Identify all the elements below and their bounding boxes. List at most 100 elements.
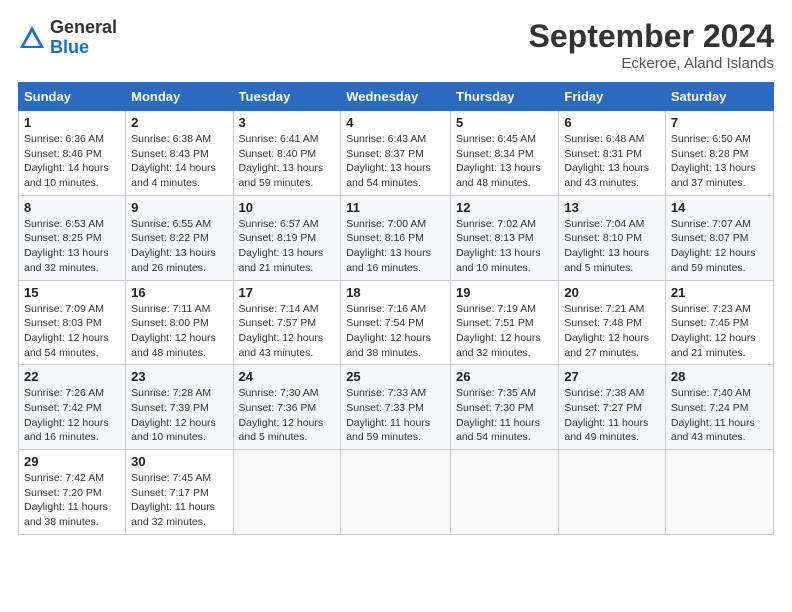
calendar-cell: 20 Sunrise: 7:21 AMSunset: 7:48 PMDayligh…	[559, 280, 666, 365]
day-number: 24	[239, 369, 336, 384]
day-number: 29	[24, 454, 120, 469]
cell-details: Sunrise: 6:57 AMSunset: 8:19 PMDaylight:…	[239, 218, 324, 274]
calendar-cell: 21 Sunrise: 7:23 AMSunset: 7:45 PMDayligh…	[665, 280, 773, 365]
calendar-cell: 4 Sunrise: 6:43 AMSunset: 8:37 PMDaylight…	[341, 111, 451, 196]
calendar-cell	[233, 450, 341, 535]
calendar-cell: 11 Sunrise: 7:00 AMSunset: 8:16 PMDayligh…	[341, 195, 451, 280]
header-sunday: Sunday	[19, 83, 126, 111]
week-row-2: 8 Sunrise: 6:53 AMSunset: 8:25 PMDaylight…	[19, 195, 774, 280]
cell-details: Sunrise: 7:30 AMSunset: 7:36 PMDaylight:…	[239, 387, 324, 443]
calendar-cell: 13 Sunrise: 7:04 AMSunset: 8:10 PMDayligh…	[559, 195, 666, 280]
calendar-cell: 24 Sunrise: 7:30 AMSunset: 7:36 PMDayligh…	[233, 365, 341, 450]
cell-details: Sunrise: 7:23 AMSunset: 7:45 PMDaylight:…	[671, 303, 756, 359]
header-tuesday: Tuesday	[233, 83, 341, 111]
day-number: 14	[671, 200, 768, 215]
header-thursday: Thursday	[451, 83, 559, 111]
logo-general-text: General	[50, 18, 117, 38]
day-number: 19	[456, 285, 553, 300]
calendar-cell	[559, 450, 666, 535]
calendar-cell: 5 Sunrise: 6:45 AMSunset: 8:34 PMDaylight…	[451, 111, 559, 196]
calendar-cell: 23 Sunrise: 7:28 AMSunset: 7:39 PMDayligh…	[126, 365, 233, 450]
calendar-cell: 18 Sunrise: 7:16 AMSunset: 7:54 PMDayligh…	[341, 280, 451, 365]
calendar-cell: 25Sunrise: 7:33 AMSunset: 7:33 PMDayligh…	[341, 365, 451, 450]
cell-details: Sunrise: 7:40 AMSunset: 7:24 PMDaylight:…	[671, 387, 755, 443]
calendar-cell	[341, 450, 451, 535]
day-number: 6	[564, 115, 660, 130]
day-number: 9	[131, 200, 227, 215]
calendar-cell: 19Sunrise: 7:19 AMSunset: 7:51 PMDayligh…	[451, 280, 559, 365]
calendar-cell: 9 Sunrise: 6:55 AMSunset: 8:22 PMDaylight…	[126, 195, 233, 280]
day-number: 27	[564, 369, 660, 384]
header-row: SundayMondayTuesdayWednesdayThursdayFrid…	[19, 83, 774, 111]
calendar-page: General Blue September 2024 Eckeroe, Ala…	[0, 0, 792, 612]
calendar-cell: 17 Sunrise: 7:14 AMSunset: 7:57 PMDayligh…	[233, 280, 341, 365]
cell-details: Sunrise: 7:21 AMSunset: 7:48 PMDaylight:…	[564, 303, 649, 359]
cell-details: Sunrise: 7:42 AMSunset: 7:20 PMDaylight:…	[24, 472, 108, 528]
cell-details: Sunrise: 7:07 AMSunset: 8:07 PMDaylight:…	[671, 218, 756, 274]
day-number: 18	[346, 285, 445, 300]
day-number: 5	[456, 115, 553, 130]
cell-details: Sunrise: 7:45 AMSunset: 7:17 PMDaylight:…	[131, 472, 215, 528]
calendar-cell: 3 Sunrise: 6:41 AMSunset: 8:40 PMDaylight…	[233, 111, 341, 196]
calendar-cell: 8 Sunrise: 6:53 AMSunset: 8:25 PMDaylight…	[19, 195, 126, 280]
day-number: 17	[239, 285, 336, 300]
calendar-table: SundayMondayTuesdayWednesdayThursdayFrid…	[18, 82, 774, 535]
logo-text: General Blue	[50, 18, 117, 58]
calendar-cell: 15 Sunrise: 7:09 AMSunset: 8:03 PMDayligh…	[19, 280, 126, 365]
cell-details: Sunrise: 7:14 AMSunset: 7:57 PMDaylight:…	[239, 303, 324, 359]
cell-details: Sunrise: 7:28 AMSunset: 7:39 PMDaylight:…	[131, 387, 216, 443]
cell-details: Sunrise: 7:02 AMSunset: 8:13 PMDaylight:…	[456, 218, 541, 274]
cell-details: Sunrise: 7:38 AMSunset: 7:27 PMDaylight:…	[564, 387, 648, 443]
day-number: 13	[564, 200, 660, 215]
week-row-3: 15 Sunrise: 7:09 AMSunset: 8:03 PMDayligh…	[19, 280, 774, 365]
calendar-cell: 7Sunrise: 6:50 AMSunset: 8:28 PMDaylight…	[665, 111, 773, 196]
calendar-cell: 26Sunrise: 7:35 AMSunset: 7:30 PMDayligh…	[451, 365, 559, 450]
day-number: 20	[564, 285, 660, 300]
cell-details: Sunrise: 7:09 AMSunset: 8:03 PMDaylight:…	[24, 303, 109, 359]
calendar-cell: 16 Sunrise: 7:11 AMSunset: 8:00 PMDayligh…	[126, 280, 233, 365]
page-header: General Blue September 2024 Eckeroe, Ala…	[18, 18, 774, 72]
calendar-cell: 1Sunrise: 6:36 AMSunset: 8:46 PMDaylight…	[19, 111, 126, 196]
cell-details: Sunrise: 6:48 AMSunset: 8:31 PMDaylight:…	[564, 133, 649, 189]
calendar-cell: 10 Sunrise: 6:57 AMSunset: 8:19 PMDayligh…	[233, 195, 341, 280]
day-number: 15	[24, 285, 120, 300]
cell-details: Sunrise: 7:00 AMSunset: 8:16 PMDaylight:…	[346, 218, 431, 274]
day-number: 23	[131, 369, 227, 384]
day-number: 10	[239, 200, 336, 215]
cell-details: Sunrise: 6:45 AMSunset: 8:34 PMDaylight:…	[456, 133, 541, 189]
cell-details: Sunrise: 6:41 AMSunset: 8:40 PMDaylight:…	[239, 133, 324, 189]
logo-blue-text: Blue	[50, 38, 117, 58]
day-number: 26	[456, 369, 553, 384]
cell-details: Sunrise: 6:53 AMSunset: 8:25 PMDaylight:…	[24, 218, 109, 274]
cell-details: Sunrise: 7:26 AMSunset: 7:42 PMDaylight:…	[24, 387, 109, 443]
calendar-cell: 30 Sunrise: 7:45 AMSunset: 7:17 PMDayligh…	[126, 450, 233, 535]
cell-details: Sunrise: 6:55 AMSunset: 8:22 PMDaylight:…	[131, 218, 216, 274]
logo-icon	[18, 24, 46, 52]
day-number: 4	[346, 115, 445, 130]
day-number: 11	[346, 200, 445, 215]
day-number: 28	[671, 369, 768, 384]
day-number: 8	[24, 200, 120, 215]
calendar-cell: 12Sunrise: 7:02 AMSunset: 8:13 PMDayligh…	[451, 195, 559, 280]
calendar-cell	[451, 450, 559, 535]
cell-details: Sunrise: 6:43 AMSunset: 8:37 PMDaylight:…	[346, 133, 431, 189]
header-friday: Friday	[559, 83, 666, 111]
month-year-title: September 2024	[529, 18, 774, 55]
cell-details: Sunrise: 7:16 AMSunset: 7:54 PMDaylight:…	[346, 303, 431, 359]
cell-details: Sunrise: 6:38 AMSunset: 8:43 PMDaylight:…	[131, 133, 216, 189]
calendar-cell: 29 Sunrise: 7:42 AMSunset: 7:20 PMDayligh…	[19, 450, 126, 535]
day-number: 30	[131, 454, 227, 469]
header-wednesday: Wednesday	[341, 83, 451, 111]
week-row-4: 22Sunrise: 7:26 AMSunset: 7:42 PMDayligh…	[19, 365, 774, 450]
day-number: 3	[239, 115, 336, 130]
header-saturday: Saturday	[665, 83, 773, 111]
calendar-cell: 6 Sunrise: 6:48 AMSunset: 8:31 PMDaylight…	[559, 111, 666, 196]
cell-details: Sunrise: 7:04 AMSunset: 8:10 PMDaylight:…	[564, 218, 649, 274]
cell-details: Sunrise: 7:33 AMSunset: 7:33 PMDaylight:…	[346, 387, 430, 443]
cell-details: Sunrise: 7:11 AMSunset: 8:00 PMDaylight:…	[131, 303, 216, 359]
day-number: 16	[131, 285, 227, 300]
cell-details: Sunrise: 6:50 AMSunset: 8:28 PMDaylight:…	[671, 133, 756, 189]
week-row-1: 1Sunrise: 6:36 AMSunset: 8:46 PMDaylight…	[19, 111, 774, 196]
week-row-5: 29 Sunrise: 7:42 AMSunset: 7:20 PMDayligh…	[19, 450, 774, 535]
day-number: 21	[671, 285, 768, 300]
